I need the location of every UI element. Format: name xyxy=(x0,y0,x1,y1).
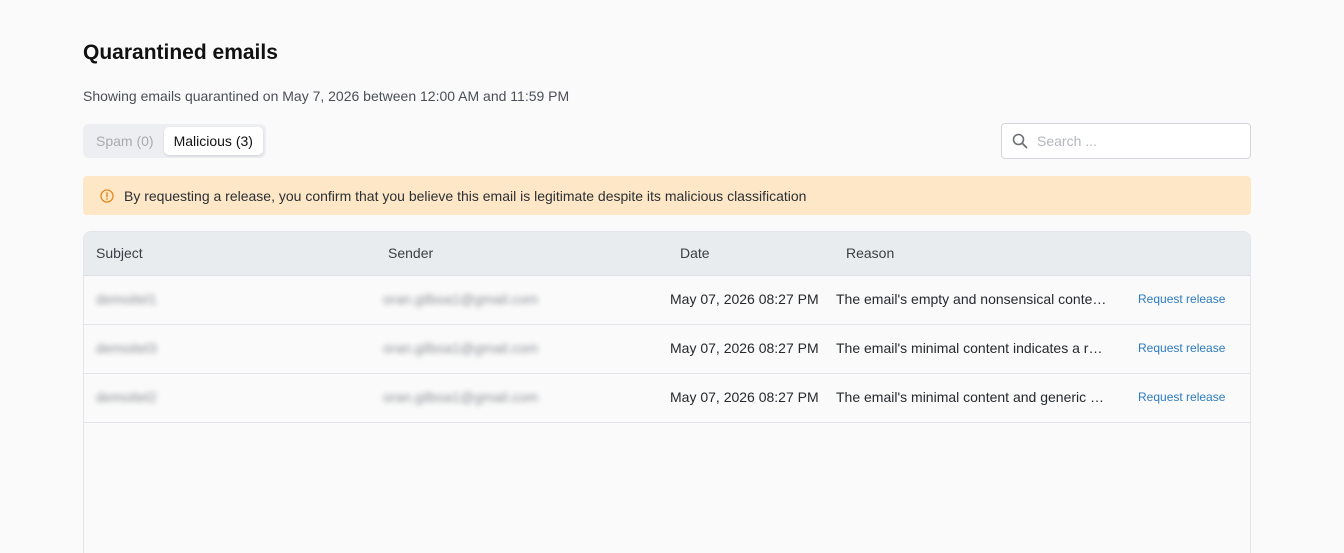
table-row[interactable]: demoitel3 oran.gilboa1@gmail.com May 07,… xyxy=(84,325,1250,374)
search-icon xyxy=(1012,133,1028,149)
table-row[interactable]: demoitel1 oran.gilboa1@gmail.com May 07,… xyxy=(84,276,1250,325)
request-release-link[interactable]: Request release xyxy=(1138,374,1225,421)
row-subject: demoitel2 xyxy=(96,389,157,405)
column-header-date[interactable]: Date xyxy=(680,232,710,275)
column-header-subject[interactable]: Subject xyxy=(96,232,143,275)
row-sender: oran.gilboa1@gmail.com xyxy=(383,340,539,356)
page-subtitle: Showing emails quarantined on May 7, 202… xyxy=(83,88,570,104)
row-subject: demoitel1 xyxy=(96,291,157,307)
search-box[interactable] xyxy=(1001,123,1251,159)
request-release-link[interactable]: Request release xyxy=(1138,325,1225,372)
category-tabs: Spam (0) Malicious (3) xyxy=(83,124,266,158)
row-sender: oran.gilboa1@gmail.com xyxy=(383,389,539,405)
column-header-sender[interactable]: Sender xyxy=(388,232,433,275)
warning-circle-icon xyxy=(100,188,114,203)
search-input[interactable] xyxy=(1037,133,1237,149)
column-header-reason[interactable]: Reason xyxy=(846,232,894,275)
tab-spam[interactable]: Spam (0) xyxy=(86,127,164,155)
tab-malicious[interactable]: Malicious (3) xyxy=(163,127,263,155)
release-warning-banner: By requesting a release, you confirm tha… xyxy=(83,176,1251,215)
page-title: Quarantined emails xyxy=(83,41,278,64)
row-reason: The email's empty and nonsensical conte… xyxy=(836,291,1107,307)
warning-text: By requesting a release, you confirm tha… xyxy=(124,187,807,204)
row-date: May 07, 2026 08:27 PM xyxy=(670,389,819,405)
request-release-link[interactable]: Request release xyxy=(1138,276,1225,323)
row-sender: oran.gilboa1@gmail.com xyxy=(383,291,539,307)
quarantine-table: Subject Sender Date Reason demoitel1 ora… xyxy=(83,231,1251,553)
row-reason: The email's minimal content indicates a … xyxy=(836,340,1108,356)
quarantine-page: Quarantined emails Showing emails quaran… xyxy=(0,0,1344,553)
table-row[interactable]: demoitel2 oran.gilboa1@gmail.com May 07,… xyxy=(84,374,1250,423)
row-subject: demoitel3 xyxy=(96,340,157,356)
row-reason: The email's minimal content and generic … xyxy=(836,389,1108,405)
table-header: Subject Sender Date Reason xyxy=(84,232,1250,276)
row-date: May 07, 2026 08:27 PM xyxy=(670,340,819,356)
row-date: May 07, 2026 08:27 PM xyxy=(670,291,819,307)
